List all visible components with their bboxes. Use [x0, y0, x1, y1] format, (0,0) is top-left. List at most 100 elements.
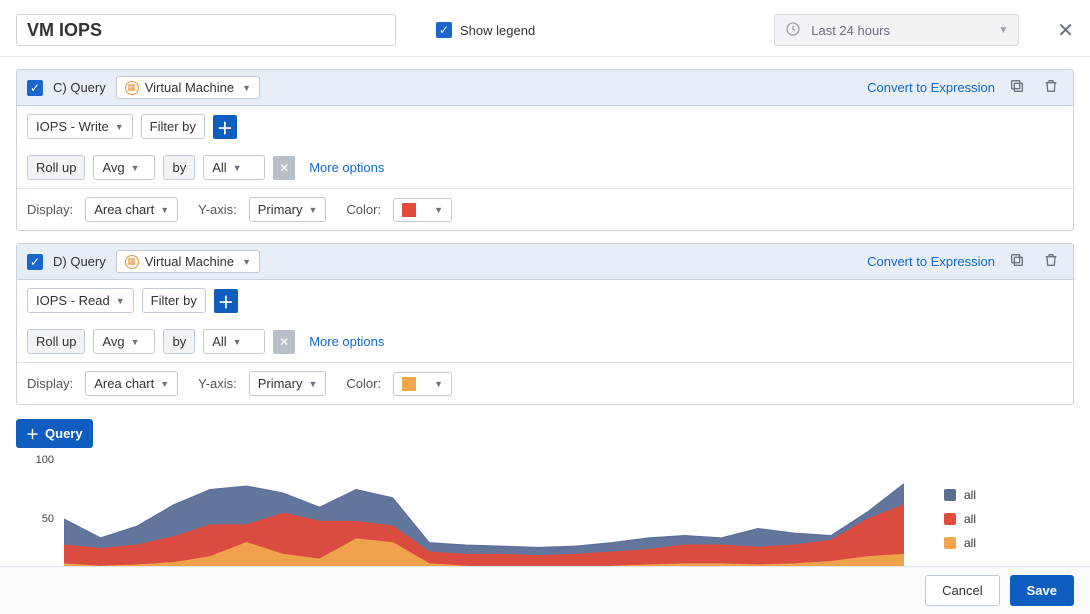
resource-name: Virtual Machine	[145, 254, 234, 269]
chevron-down-icon: ▼	[434, 379, 443, 389]
add-filter-button[interactable]: ＋	[214, 289, 238, 313]
convert-to-expression-link[interactable]: Convert to Expression	[867, 80, 995, 95]
legend-label: all	[964, 512, 976, 526]
yaxis-label: Y-axis:	[198, 202, 237, 217]
chevron-down-icon: ▼	[308, 379, 317, 389]
legend-item: all	[944, 536, 1074, 550]
legend-swatch	[944, 513, 956, 525]
convert-to-expression-link[interactable]: Convert to Expression	[867, 254, 995, 269]
metric-filter-row: IOPS - Write ▼ Filter by ＋	[17, 106, 1073, 147]
chevron-down-icon: ▼	[131, 163, 140, 173]
yaxis-selector[interactable]: Primary ▼	[249, 197, 327, 222]
rollup-fn-value: Avg	[102, 160, 124, 175]
display-label: Display:	[27, 376, 73, 391]
chevron-down-icon: ▼	[115, 122, 124, 132]
chevron-down-icon: ▼	[233, 163, 242, 173]
color-selector[interactable]: ▼	[393, 372, 452, 396]
display-type-selector[interactable]: Area chart ▼	[85, 371, 178, 396]
filter-label: Filter by	[150, 119, 196, 134]
color-label: Color:	[346, 376, 381, 391]
legend-swatch	[944, 537, 956, 549]
display-row: Display: Area chart ▼ Y-axis: Primary ▼ …	[17, 188, 1073, 230]
metric-value: IOPS - Read	[36, 293, 110, 308]
widget-title-input[interactable]	[16, 14, 396, 46]
legend-label: all	[964, 536, 976, 550]
show-legend-label: Show legend	[460, 23, 535, 38]
filter-label: Filter by	[151, 293, 197, 308]
chevron-down-icon: ▼	[131, 337, 140, 347]
delete-icon[interactable]	[1039, 78, 1063, 97]
y-tick-label: 50	[16, 513, 54, 525]
chevron-down-icon: ▼	[160, 379, 169, 389]
query-id-label: C) Query	[53, 80, 106, 95]
rollup-by-selector[interactable]: All ▼	[203, 155, 265, 180]
chevron-down-icon: ▼	[160, 205, 169, 215]
duplicate-icon[interactable]	[1005, 252, 1029, 271]
add-filter-button[interactable]: ＋	[213, 115, 237, 139]
yaxis-label: Y-axis:	[198, 376, 237, 391]
query-enable-checkbox[interactable]: ✓	[27, 80, 43, 96]
display-row: Display: Area chart ▼ Y-axis: Primary ▼ …	[17, 362, 1073, 404]
filter-by-selector[interactable]: Filter by	[142, 288, 206, 313]
duplicate-icon[interactable]	[1005, 78, 1029, 97]
y-tick-label: 100	[16, 454, 54, 466]
chevron-down-icon: ▼	[242, 257, 251, 267]
query-enable-checkbox[interactable]: ✓	[27, 254, 43, 270]
metric-selector[interactable]: IOPS - Write ▼	[27, 114, 133, 139]
color-label: Color:	[346, 202, 381, 217]
query-block-d: ✓ D) Query ▦ Virtual Machine ▼ Convert t…	[16, 243, 1074, 405]
save-button[interactable]: Save	[1010, 575, 1074, 606]
queries-container: ✓ C) Query ▦ Virtual Machine ▼ Convert t…	[0, 57, 1090, 405]
legend-item: all	[944, 512, 1074, 526]
legend-label: all	[964, 488, 976, 502]
clock-icon	[785, 21, 801, 40]
chevron-down-icon: ▼	[242, 83, 251, 93]
color-selector[interactable]: ▼	[393, 198, 452, 222]
checkbox-checked-icon: ✓	[436, 22, 452, 38]
plus-icon: ＋	[26, 424, 39, 443]
metric-selector[interactable]: IOPS - Read ▼	[27, 288, 134, 313]
rollup-by-selector[interactable]: All ▼	[203, 329, 265, 354]
more-options-link[interactable]: More options	[309, 334, 384, 349]
vm-icon: ▦	[125, 81, 139, 95]
time-range-selector[interactable]: Last 24 hours ▼	[774, 14, 1019, 46]
cancel-button[interactable]: Cancel	[925, 575, 999, 606]
legend-swatch	[944, 489, 956, 501]
chevron-down-icon: ▼	[116, 296, 125, 306]
query-header: ✓ C) Query ▦ Virtual Machine ▼ Convert t…	[17, 70, 1073, 106]
rollup-label-chip[interactable]: Roll up	[27, 155, 85, 180]
legend-item: all	[944, 488, 1074, 502]
color-swatch	[402, 203, 416, 217]
yaxis-selector[interactable]: Primary ▼	[249, 371, 327, 396]
remove-rollup-button[interactable]: ✕	[273, 330, 295, 354]
top-bar: ✓ Show legend Last 24 hours ▼ ✕	[0, 0, 1090, 57]
resource-name: Virtual Machine	[145, 80, 234, 95]
more-options-link[interactable]: More options	[309, 160, 384, 175]
resource-selector[interactable]: ▦ Virtual Machine ▼	[116, 76, 260, 99]
rollup-fn-selector[interactable]: Avg ▼	[93, 155, 155, 180]
rollup-row: Roll up Avg ▼ by All ▼ ✕ More options	[17, 321, 1073, 362]
show-legend-toggle[interactable]: ✓ Show legend	[436, 22, 535, 38]
filter-by-selector[interactable]: Filter by	[141, 114, 205, 139]
rollup-by-value: All	[212, 334, 226, 349]
add-query-button[interactable]: ＋ Query	[16, 419, 93, 448]
delete-icon[interactable]	[1039, 252, 1063, 271]
chevron-down-icon: ▼	[434, 205, 443, 215]
close-button[interactable]: ✕	[1057, 18, 1074, 43]
resource-selector[interactable]: ▦ Virtual Machine ▼	[116, 250, 260, 273]
query-block-c: ✓ C) Query ▦ Virtual Machine ▼ Convert t…	[16, 69, 1074, 231]
query-header: ✓ D) Query ▦ Virtual Machine ▼ Convert t…	[17, 244, 1073, 280]
metric-filter-row: IOPS - Read ▼ Filter by ＋	[17, 280, 1073, 321]
footer-bar: Cancel Save	[0, 566, 1090, 614]
chevron-down-icon: ▼	[233, 337, 242, 347]
yaxis-value: Primary	[258, 376, 303, 391]
rollup-fn-selector[interactable]: Avg ▼	[93, 329, 155, 354]
rollup-label-chip[interactable]: Roll up	[27, 329, 85, 354]
display-type-value: Area chart	[94, 376, 154, 391]
display-label: Display:	[27, 202, 73, 217]
chevron-down-icon: ▼	[998, 25, 1008, 36]
display-type-selector[interactable]: Area chart ▼	[85, 197, 178, 222]
remove-rollup-button[interactable]: ✕	[273, 156, 295, 180]
time-range-value: Last 24 hours	[811, 23, 890, 38]
query-id-label: D) Query	[53, 254, 106, 269]
